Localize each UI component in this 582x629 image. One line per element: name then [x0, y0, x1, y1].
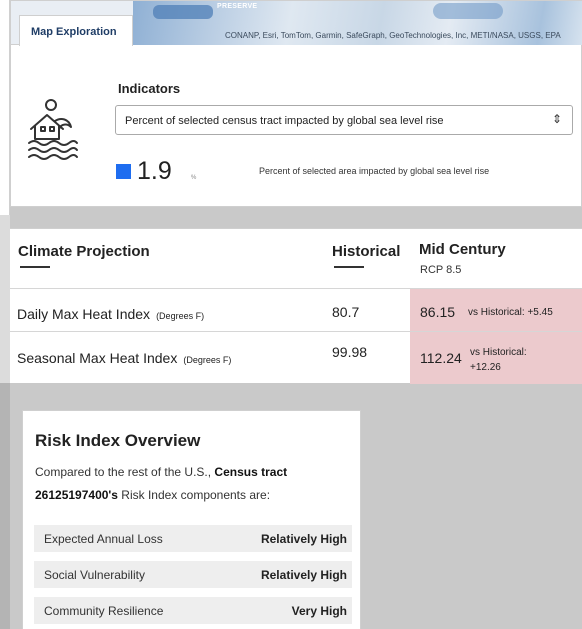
- mid-century-value: 112.24: [420, 350, 462, 366]
- row-name: Seasonal Max Heat Index: [17, 350, 178, 366]
- indicator-select-value: Percent of selected census tract impacte…: [125, 115, 444, 127]
- up-down-chevron-icon: ⇕: [551, 112, 562, 126]
- risk-row-community-resilience: Community Resilience Very High: [34, 597, 352, 624]
- historical-value: 80.7: [332, 304, 360, 320]
- map-attribution: CONANP, Esri, TomTom, Garmin, SafeGraph,…: [225, 31, 561, 40]
- comparison-value: +12.26: [470, 362, 501, 373]
- risk-rating: Relatively High: [260, 532, 347, 546]
- indicator-unit: %: [191, 175, 197, 181]
- risk-label: Expected Annual Loss: [44, 532, 163, 546]
- risk-label: Social Vulnerability: [44, 568, 145, 582]
- risk-row-expected-annual-loss: Expected Annual Loss Relatively High: [34, 525, 352, 552]
- historical-comparison: vs Historical: +12.26: [470, 345, 527, 375]
- header-mid-century[interactable]: Mid Century: [419, 241, 506, 258]
- risk-rating: Relatively High: [260, 568, 347, 582]
- indicator-select[interactable]: Percent of selected census tract impacte…: [115, 105, 573, 135]
- map-exploration-panel: PRESERVE CONANP, Esri, TomTom, Garmin, S…: [10, 0, 582, 207]
- desc-suffix: Risk Index components are:: [117, 488, 271, 502]
- header-historical[interactable]: Historical: [332, 243, 400, 260]
- flooded-house-icon: [28, 99, 78, 160]
- historical-value: 99.98: [332, 344, 368, 360]
- comparison-label: vs Historical:: [470, 347, 527, 358]
- risk-rating: Very High: [291, 604, 347, 618]
- table-row-label: Seasonal Max Heat Index (Degrees F): [17, 350, 231, 366]
- left-strip-middle: [0, 215, 10, 383]
- indicators-title: Indicators: [118, 81, 181, 96]
- risk-index-description: Compared to the rest of the U.S., Census…: [35, 461, 355, 507]
- historical-comparison: vs Historical: +5.45: [468, 307, 553, 318]
- map-water-shape: [433, 3, 503, 19]
- risk-index-title: Risk Index Overview: [35, 431, 201, 450]
- header-climate-projection[interactable]: Climate Projection: [18, 243, 150, 260]
- row-unit: (Degrees F): [183, 355, 232, 365]
- header-underline: [334, 266, 364, 268]
- tab-map-exploration[interactable]: Map Exploration: [19, 15, 133, 46]
- indicator-value: 1.9: [137, 157, 172, 185]
- header-scenario: RCP 8.5: [420, 264, 462, 276]
- map-water-shape: [153, 5, 213, 19]
- row-name: Daily Max Heat Index: [17, 306, 151, 322]
- tab-bar: PRESERVE CONANP, Esri, TomTom, Garmin, S…: [11, 1, 582, 46]
- legend-swatch: [116, 164, 131, 179]
- desc-prefix: Compared to the rest of the U.S.,: [35, 465, 215, 479]
- risk-index-panel: Risk Index Overview Compared to the rest…: [22, 410, 361, 629]
- left-strip-top: [0, 0, 10, 215]
- risk-row-social-vulnerability: Social Vulnerability Relatively High: [34, 561, 352, 588]
- table-row-label: Daily Max Heat Index (Degrees F): [17, 306, 204, 322]
- climate-projection-table: Climate Projection Historical Mid Centur…: [10, 228, 582, 384]
- header-underline: [20, 266, 50, 268]
- row-unit: (Degrees F): [156, 311, 205, 321]
- indicator-caption: Percent of selected area impacted by glo…: [259, 166, 490, 176]
- map-place-label: PRESERVE: [217, 3, 258, 10]
- mid-century-value: 86.15: [420, 304, 456, 320]
- map-preview[interactable]: PRESERVE CONANP, Esri, TomTom, Garmin, S…: [133, 1, 582, 45]
- risk-label: Community Resilience: [44, 604, 164, 618]
- left-side-strip: [0, 0, 10, 629]
